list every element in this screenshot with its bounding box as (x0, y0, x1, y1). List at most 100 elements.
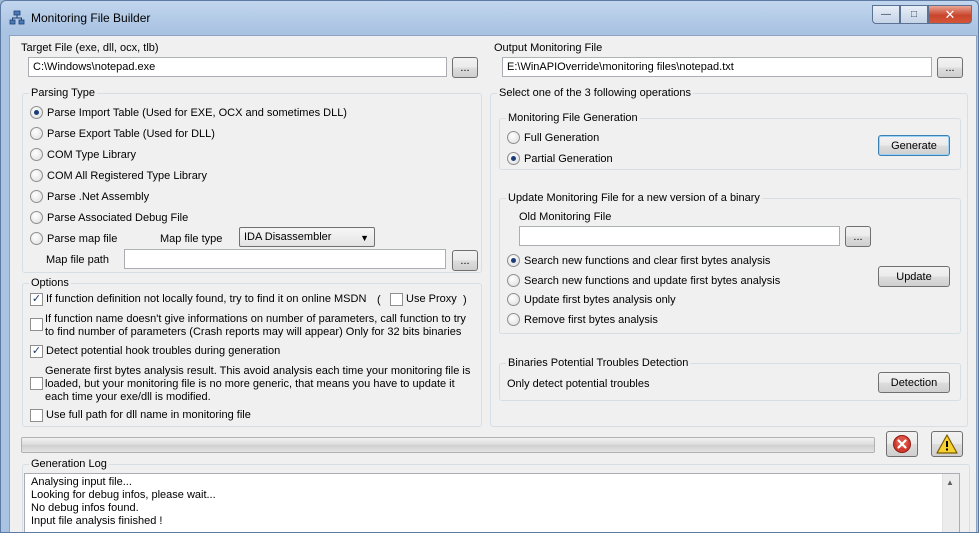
output-file-label: Output Monitoring File (494, 42, 603, 54)
radio-parse-map-file[interactable]: Parse map file (30, 232, 117, 245)
radio-search-clear[interactable]: Search new functions and clear first byt… (507, 254, 770, 267)
radio-indicator (507, 313, 520, 326)
radio-indicator (30, 127, 43, 140)
window-title: Monitoring File Builder (31, 11, 151, 25)
radio-indicator (30, 232, 43, 245)
radio-label: COM Type Library (47, 148, 137, 161)
log-scrollbar[interactable]: ▲ (942, 474, 959, 532)
window: Monitoring File Builder — □ ✕ Target Fil… (0, 0, 979, 533)
checkbox-box: ✓ (30, 345, 43, 358)
radio-partial-generation[interactable]: Partial Generation (507, 152, 613, 165)
output-browse-button[interactable]: ... (937, 57, 963, 78)
radio-com-type-library[interactable]: COM Type Library (30, 148, 136, 161)
generate-button[interactable]: Generate (878, 135, 950, 156)
generation-log-title: Generation Log (29, 458, 109, 471)
radio-label: Full Generation (524, 131, 600, 144)
checkbox-box: ✓ (30, 293, 43, 306)
radio-indicator (30, 190, 43, 203)
map-file-browse-button[interactable]: ... (452, 250, 478, 271)
maximize-button[interactable]: □ (900, 5, 928, 24)
target-browse-button[interactable]: ... (452, 57, 478, 78)
log-line: Looking for debug infos, please wait... (31, 489, 216, 501)
map-file-type-select[interactable]: IDA Disassembler ▼ (239, 227, 375, 247)
progress-bar (21, 437, 875, 453)
radio-indicator (507, 274, 520, 287)
first-bytes-line1: Generate first bytes analysis result. Th… (45, 365, 471, 377)
radio-remove-first-bytes[interactable]: Remove first bytes analysis (507, 313, 658, 326)
dropdown-arrow-icon: ▼ (360, 233, 369, 243)
radio-indicator (30, 106, 43, 119)
radio-label: Parse map file (47, 232, 118, 245)
paren-close: ) (463, 294, 467, 306)
radio-label: COM All Registered Type Library (47, 169, 207, 182)
radio-label: Search new functions and clear first byt… (524, 254, 771, 267)
options-title: Options (29, 277, 71, 290)
map-file-path-label: Map file path (46, 254, 109, 266)
check-hook-troubles[interactable]: ✓ Detect potential hook troubles during … (30, 345, 280, 358)
radio-label: Parse Associated Debug File (47, 211, 189, 224)
checkbox-box (30, 318, 43, 331)
radio-update-first-bytes[interactable]: Update first bytes analysis only (507, 293, 676, 306)
title-bar[interactable]: Monitoring File Builder — □ ✕ (1, 1, 978, 35)
old-monitoring-file-input[interactable] (519, 226, 840, 246)
generation-title: Monitoring File Generation (506, 112, 640, 125)
output-file-input[interactable]: E:\WinAPIOverride\monitoring files\notep… (502, 57, 932, 77)
checkbox-label: If function definition not locally found… (46, 293, 367, 305)
first-bytes-line3: each time your exe/dll is modified. (45, 391, 211, 403)
paren-open: ( (377, 294, 381, 306)
radio-indicator (507, 254, 520, 267)
detection-button[interactable]: Detection (878, 372, 950, 393)
radio-indicator (30, 169, 43, 182)
checkbox-label: Use Proxy (406, 293, 457, 305)
warning-icon (936, 434, 958, 454)
close-button[interactable]: ✕ (928, 5, 972, 24)
map-file-type-value: IDA Disassembler (244, 231, 332, 243)
check-full-path[interactable]: Use full path for dll name in monitoring… (30, 409, 251, 422)
generation-log-text[interactable]: Analysing input file... Looking for debu… (24, 473, 960, 532)
target-file-label: Target File (exe, dll, ocx, tlb) (21, 42, 159, 54)
checkbox-box (390, 293, 403, 306)
call-function-line1: If function name doesn't give informatio… (45, 313, 466, 325)
radio-parse-export[interactable]: Parse Export Table (Used for DLL) (30, 127, 215, 140)
radio-label: Parse .Net Assembly (47, 190, 150, 203)
radio-label: Update first bytes analysis only (524, 293, 676, 306)
radio-parse-net-assembly[interactable]: Parse .Net Assembly (30, 190, 149, 203)
call-function-line2: to find number of parameters (Crash repo… (45, 326, 462, 338)
detection-text: Only detect potential troubles (507, 378, 650, 390)
update-title: Update Monitoring File for a new version… (506, 192, 762, 205)
log-line: Analysing input file... (31, 476, 132, 488)
radio-label: Remove first bytes analysis (524, 313, 658, 326)
check-call-function[interactable] (30, 318, 46, 331)
stop-icon (893, 435, 911, 453)
radio-label: Parse Export Table (Used for DLL) (47, 127, 215, 140)
checkbox-box (30, 409, 43, 422)
old-file-browse-button[interactable]: ... (845, 226, 871, 247)
radio-full-generation[interactable]: Full Generation (507, 131, 599, 144)
radio-com-all-registered[interactable]: COM All Registered Type Library (30, 169, 207, 182)
map-file-type-label: Map file type (160, 233, 223, 245)
log-line: Input file analysis finished ! (31, 515, 163, 527)
detection-title: Binaries Potential Troubles Detection (506, 357, 691, 370)
radio-parse-debug-file[interactable]: Parse Associated Debug File (30, 211, 188, 224)
radio-indicator (30, 211, 43, 224)
warning-icon-button[interactable] (931, 431, 963, 457)
radio-label: Partial Generation (524, 152, 613, 165)
target-file-input[interactable]: C:\Windows\notepad.exe (28, 57, 447, 77)
check-online-msdn[interactable]: ✓ If function definition not locally fou… (30, 293, 366, 306)
check-first-bytes[interactable] (30, 377, 46, 390)
minimize-button[interactable]: — (872, 5, 900, 24)
radio-parse-import[interactable]: Parse Import Table (Used for EXE, OCX an… (30, 106, 347, 119)
map-file-path-input[interactable] (124, 249, 446, 269)
check-use-proxy[interactable]: Use Proxy (390, 293, 457, 306)
radio-indicator (507, 152, 520, 165)
scroll-up-arrow-icon[interactable]: ▲ (946, 478, 954, 487)
radio-search-update[interactable]: Search new functions and update first by… (507, 274, 780, 287)
radio-indicator (507, 131, 520, 144)
checkbox-box (30, 377, 43, 390)
checkbox-label: Use full path for dll name in monitoring… (46, 409, 251, 421)
old-monitoring-file-label: Old Monitoring File (519, 211, 612, 223)
operations-title: Select one of the 3 following operations (497, 87, 694, 100)
update-button[interactable]: Update (878, 266, 950, 287)
cancel-icon-button[interactable] (886, 431, 918, 457)
first-bytes-line2: loaded, but your monitoring file is no m… (45, 378, 455, 390)
